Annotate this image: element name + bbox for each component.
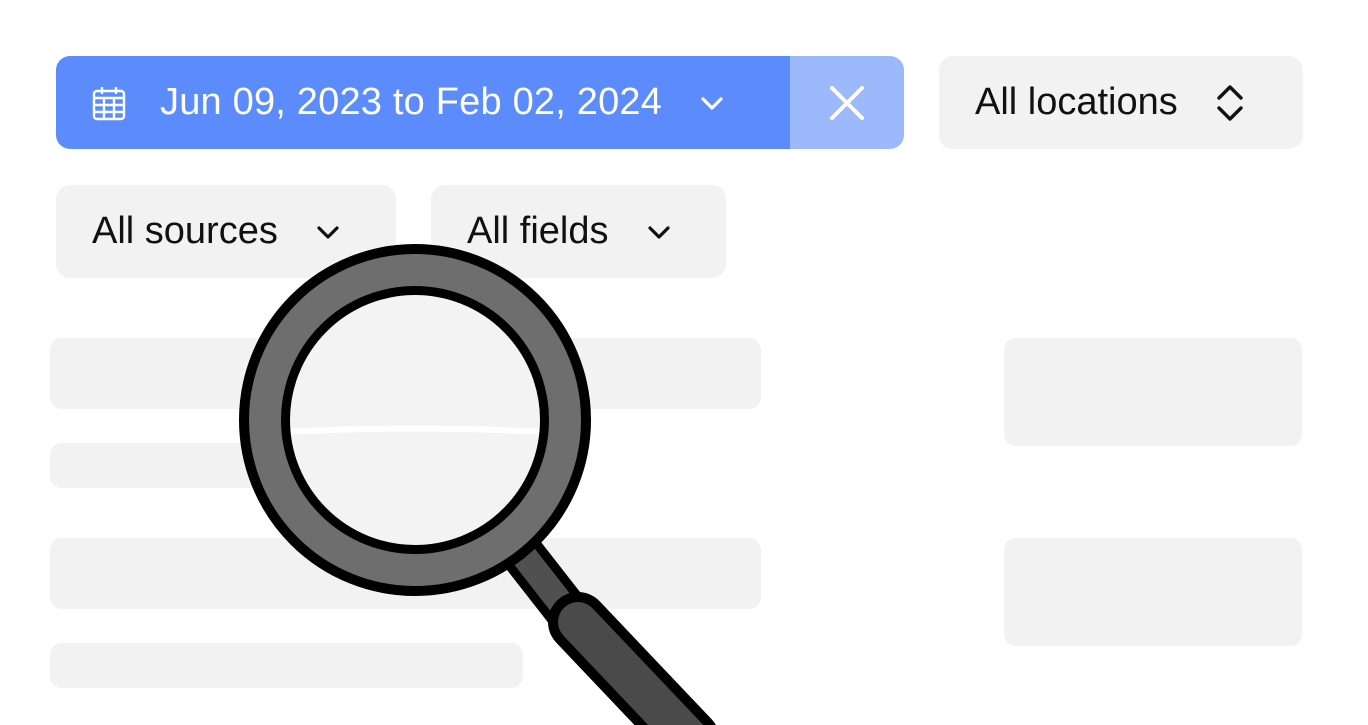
date-range-button[interactable]: Jun 09, 2023 to Feb 02, 2024 <box>56 56 790 149</box>
skeleton-subtitle-bar <box>50 443 523 488</box>
chevron-up-down-icon <box>1217 84 1243 121</box>
clear-date-range-button[interactable] <box>790 56 904 149</box>
skeleton-title-bar <box>50 538 761 609</box>
skeleton-subtitle-bar <box>50 643 523 688</box>
chevron-down-icon <box>701 96 723 110</box>
chevron-down-icon <box>317 225 339 239</box>
chevron-down-icon <box>647 225 670 239</box>
locations-select-label: All locations <box>975 81 1178 123</box>
date-range-filter: Jun 09, 2023 to Feb 02, 2024 <box>56 56 904 149</box>
calendar-icon <box>92 86 126 120</box>
sources-select[interactable]: All sources <box>56 185 396 278</box>
fields-select[interactable]: All fields <box>431 185 726 278</box>
search-results-loading-view: Jun 09, 2023 to Feb 02, 2024 All locatio… <box>0 0 1368 725</box>
date-range-label: Jun 09, 2023 to Feb 02, 2024 <box>160 81 663 123</box>
skeleton-side-block <box>1004 338 1302 446</box>
skeleton-side-block <box>1004 538 1302 646</box>
sources-select-label: All sources <box>92 210 278 252</box>
locations-select[interactable]: All locations <box>939 56 1303 149</box>
close-icon <box>830 85 864 120</box>
fields-select-label: All fields <box>467 210 609 252</box>
skeleton-title-bar <box>50 338 761 409</box>
